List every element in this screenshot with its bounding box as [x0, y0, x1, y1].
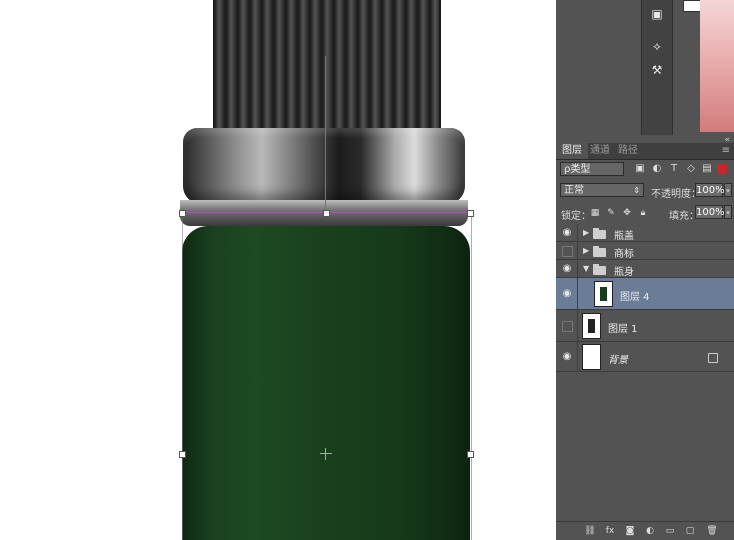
transform-reference-point-icon[interactable] [320, 448, 332, 460]
link-layers-icon[interactable]: ⛓ [584, 525, 596, 537]
adjustment-layer-icon[interactable]: ◐ [644, 525, 656, 537]
layer-group-row[interactable]: ◉ ▶ 瓶盖 [556, 224, 734, 242]
filter-toggle-icon[interactable] [717, 164, 727, 174]
color-swatch-white[interactable] [683, 0, 701, 12]
layer-group-row[interactable]: ◉ ▼ 瓶身 [556, 260, 734, 278]
filter-adjustment-icon[interactable]: ◐ [651, 163, 663, 175]
lock-transparent-icon[interactable]: ▦ [589, 207, 601, 219]
divider [577, 260, 578, 278]
layer-thumbnail [582, 313, 601, 339]
lock-icon [708, 353, 718, 363]
brush-presets-icon[interactable]: ⟡ [648, 38, 666, 54]
divider [577, 342, 578, 372]
opacity-input[interactable]: 100% [695, 183, 725, 197]
folder-icon [593, 246, 606, 257]
caret-down-icon[interactable]: ▼ [583, 264, 589, 273]
fx-icon[interactable]: fx [604, 525, 616, 537]
lock-label: 锁定： [561, 211, 591, 222]
transform-bounding-box[interactable] [182, 213, 472, 540]
panel-icon-column: ▣ ⟡ ⚒ [641, 0, 673, 135]
visibility-off-box[interactable] [562, 246, 573, 257]
eye-icon[interactable]: ◉ [561, 227, 573, 239]
eye-icon[interactable]: ◉ [561, 351, 573, 363]
eye-icon[interactable]: ◉ [561, 288, 573, 300]
panel-tab-bar: 图层 通道 路径 ≡ [556, 143, 734, 160]
transform-handle-top-right[interactable] [467, 210, 474, 217]
lock-position-icon[interactable]: ✥ [621, 207, 633, 219]
eye-icon[interactable]: ◉ [561, 263, 573, 275]
lock-all-icon[interactable]: 🔒︎ [637, 207, 649, 219]
properties-icon[interactable]: ▣ [648, 6, 666, 22]
filter-pixel-icon[interactable]: ▣ [634, 163, 646, 175]
divider [577, 278, 578, 310]
layers-panel-footer: ⛓ fx ◙ ◐ ▭ ▢ 🗑︎ [556, 521, 734, 540]
thumbnail-content [600, 287, 607, 301]
fill-slider-arrow-icon[interactable]: ▾ [724, 205, 732, 219]
color-ramp-swatch[interactable] [700, 0, 734, 132]
blend-mode-value: 正常 [564, 185, 584, 196]
document-canvas[interactable] [0, 0, 556, 540]
caret-right-icon[interactable]: ▶ [583, 246, 589, 255]
caret-right-icon[interactable]: ▶ [583, 228, 589, 237]
thumbnail-content [588, 319, 595, 333]
lock-row: 锁定： ▦ ✎ ✥ 🔒︎ 填充： 100% ▾ [556, 203, 734, 223]
layer-filter-row: ρ类型 ▣ ◐ T ◇ ▤ [556, 160, 734, 180]
new-layer-icon[interactable]: ▢ [684, 525, 696, 537]
trash-icon[interactable]: 🗑︎ [706, 525, 718, 537]
divider [577, 310, 578, 342]
layer-filter-select[interactable]: ρ类型 [560, 162, 624, 176]
layer-name: 图层 4 [620, 292, 650, 303]
chevron-down-icon: ⇕ [633, 186, 640, 195]
transform-handle-middle-left[interactable] [179, 451, 186, 458]
smart-guide-vertical [325, 56, 326, 216]
transform-handle-middle-right[interactable] [467, 451, 474, 458]
opacity-slider-arrow-icon[interactable]: ▾ [724, 183, 732, 197]
layer-name: 背景 [608, 355, 628, 366]
fill-input[interactable]: 100% [695, 205, 725, 219]
bottle-cap-ribbed-top [213, 0, 441, 132]
panel-menu-icon[interactable]: ≡ [722, 143, 730, 159]
layer-name: 图层 1 [608, 324, 638, 335]
layer-name: 商标 [614, 249, 634, 260]
bottle-cap-base [183, 128, 465, 204]
filter-type-icon[interactable]: T [668, 163, 680, 175]
transform-handle-top-center[interactable] [323, 210, 330, 217]
layer-thumbnail [582, 344, 601, 370]
divider [577, 224, 578, 242]
filter-smart-object-icon[interactable]: ▤ [701, 163, 713, 175]
layers-panel: « 图层 通道 路径 ≡ ρ类型 ▣ ◐ T ◇ ▤ 正常 ⇕ 不透明度： 10… [556, 135, 734, 540]
layer-row[interactable]: 图层 1 [556, 310, 734, 342]
filter-shape-icon[interactable]: ◇ [685, 163, 697, 175]
opacity-label: 不透明度： [651, 189, 701, 200]
new-group-icon[interactable]: ▭ [664, 525, 676, 537]
folder-open-icon [593, 264, 606, 275]
folder-icon [593, 228, 606, 239]
layer-row-selected[interactable]: ◉ 图层 4 [556, 278, 734, 310]
layer-thumbnail [594, 281, 613, 307]
lock-image-icon[interactable]: ✎ [605, 207, 617, 219]
divider [577, 242, 578, 260]
add-mask-icon[interactable]: ◙ [624, 525, 636, 537]
layer-group-row[interactable]: ▶ 商标 [556, 242, 734, 260]
blend-mode-select[interactable]: 正常 ⇕ [560, 183, 644, 197]
layer-row[interactable]: ◉ 背景 [556, 342, 734, 372]
transform-handle-top-left[interactable] [179, 210, 186, 217]
visibility-off-box[interactable] [562, 321, 573, 332]
layer-name: 瓶身 [614, 267, 634, 278]
layer-name: 瓶盖 [614, 231, 634, 242]
tool-presets-icon[interactable]: ⚒ [648, 62, 666, 78]
blend-row: 正常 ⇕ 不透明度： 100% ▾ [556, 181, 734, 201]
tab-paths[interactable]: 路径 [612, 143, 644, 159]
